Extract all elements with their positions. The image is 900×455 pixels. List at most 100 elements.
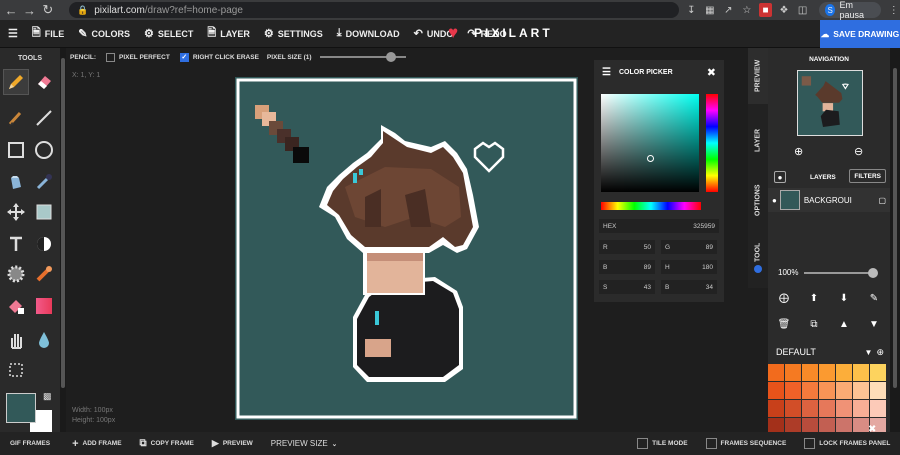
palette-swatch[interactable] [870,364,886,381]
hamburger-icon[interactable]: ☰ [8,27,18,40]
dither-tool[interactable] [4,262,28,286]
text-tool[interactable] [4,232,28,256]
navigation-preview[interactable] [797,70,863,136]
pencil-tool[interactable] [3,69,29,95]
palette-swatch[interactable] [785,400,801,417]
stamp-tool[interactable] [32,262,56,286]
preview-button[interactable]: ▶ PREVIEW [212,438,253,449]
add-palette-icon[interactable]: ⊕ [876,347,884,358]
gif-frames-label[interactable]: GIF FRAMES [10,440,50,447]
palette-swatch[interactable] [819,400,835,417]
add-icon[interactable]: ⨁ [777,291,791,305]
move-tool[interactable] [4,200,28,224]
shading-tool[interactable] [4,294,28,318]
tile-mode-checkbox[interactable] [637,438,649,449]
layer-item[interactable]: ● BACKGROUI ▢ [768,188,890,212]
pixel-size-slider[interactable] [319,52,406,62]
palette-swatch[interactable] [836,364,852,381]
palette-swatch[interactable] [802,364,818,381]
tab-layer[interactable]: LAYER [748,112,768,168]
palette-swatch[interactable] [768,400,784,417]
rectangle-tool[interactable] [4,138,28,162]
menu-icon[interactable]: ☰ [602,67,611,78]
s-field[interactable]: S 43 [599,280,655,294]
bucket-tool[interactable] [4,170,28,194]
lighten-tool[interactable] [32,232,56,256]
palette-swatch[interactable] [853,400,869,417]
palette-swatch[interactable] [853,382,869,399]
swap-colors-icon[interactable]: ▩ [43,391,52,402]
frames-sequence-checkbox[interactable] [705,438,717,449]
line-tool[interactable] [32,106,56,130]
trash-icon[interactable]: 🗑 [777,317,791,331]
preview-size-select[interactable]: PREVIEW SIZE ⌄ [271,439,337,448]
palette-swatch[interactable] [785,382,801,399]
forward-icon[interactable]: → [22,2,36,18]
visibility-icon[interactable]: ● [772,196,777,205]
add-frame-button[interactable]: + ADD FRAME [72,438,121,450]
tab-preview[interactable]: PREVIEW [748,48,768,104]
menu-select[interactable]: ⚙ SELECT [144,27,193,40]
zoom-in-icon[interactable]: ⊕ [794,145,803,158]
hex-field[interactable]: HEX 325959 [599,219,719,233]
close-icon[interactable]: ✖ [707,66,716,79]
slider-knob[interactable] [385,52,396,62]
palette-swatch[interactable] [836,400,852,417]
palette-swatch[interactable] [853,364,869,381]
pixilart-logo[interactable]: ♥ PIXILART [448,24,553,41]
h-field[interactable]: H 180 [661,260,717,274]
saturation-value-picker[interactable] [601,94,699,192]
palette-swatch[interactable] [802,400,818,417]
palette-swatch[interactable] [836,382,852,399]
gradient-tool[interactable] [32,294,56,318]
menu-download[interactable]: ⤓ DOWNLOAD [337,27,400,40]
circle-tool[interactable] [32,138,56,162]
palette-swatch[interactable] [870,400,886,417]
add-layer-icon[interactable]: ● [774,171,786,183]
zoom-out-icon[interactable]: ⊖ [854,145,863,158]
palette-swatch[interactable] [870,382,886,399]
opacity-knob[interactable] [868,267,879,278]
lock-frames-toggle[interactable]: LOCK FRAMES PANEL [804,438,890,449]
copy-frame-button[interactable]: ⧉ COPY FRAME [140,438,194,449]
eraser-tool[interactable] [32,70,56,94]
eyedropper-tool[interactable] [32,170,56,194]
primary-color[interactable] [6,393,36,423]
right-click-erase-checkbox[interactable]: ✓ [179,52,189,62]
lock-frames-checkbox[interactable] [804,438,816,449]
move-down-icon[interactable]: ⬇ [837,291,851,305]
reload-icon[interactable]: ↻ [41,2,55,18]
brush-icon[interactable] [4,106,28,130]
hand-tool[interactable] [4,328,28,352]
palette-swatch[interactable] [785,364,801,381]
filters-button[interactable]: FILTERS [849,169,886,183]
palette-swatch[interactable] [768,364,784,381]
edit-icon[interactable]: ✎ [867,291,881,305]
hue-slider[interactable] [706,94,718,192]
menu-colors[interactable]: ✎ COLORS [78,27,130,40]
pixel-perfect-checkbox[interactable] [106,52,115,62]
brightness-field[interactable]: B 34 [661,280,717,294]
opacity-slider[interactable] [804,267,879,278]
menu-settings[interactable]: ⚙ SETTINGS [264,27,323,40]
menu-layer[interactable]: 🗎 LAYER [207,24,250,43]
palette-swatch[interactable] [819,382,835,399]
back-icon[interactable]: ← [4,2,18,18]
duplicate-icon[interactable]: ⧉ [807,317,821,331]
download-icon[interactable]: ↧ [685,3,698,17]
selection-tool[interactable] [4,358,28,382]
merge-down-icon[interactable]: ▼ [867,317,881,331]
save-drawing-button[interactable]: ☁ SAVE DRAWING [820,20,900,48]
share-icon[interactable]: ↗ [722,3,735,17]
star-icon[interactable]: ☆ [741,3,754,17]
frames-sequence-toggle[interactable]: FRAMES SEQUENCE [705,438,786,449]
layer-settings-icon[interactable]: ▢ [878,196,886,205]
drop-tool[interactable] [32,328,56,352]
sidebar-icon[interactable]: ◫ [796,3,809,17]
move-up-icon[interactable]: ⬆ [807,291,821,305]
g-field[interactable]: G 89 [661,240,717,254]
merge-up-icon[interactable]: ▲ [837,317,851,331]
fill-rect-tool[interactable] [32,200,56,224]
menu-file[interactable]: 🗎 FILE [32,24,64,43]
r-field[interactable]: R 50 [599,240,655,254]
